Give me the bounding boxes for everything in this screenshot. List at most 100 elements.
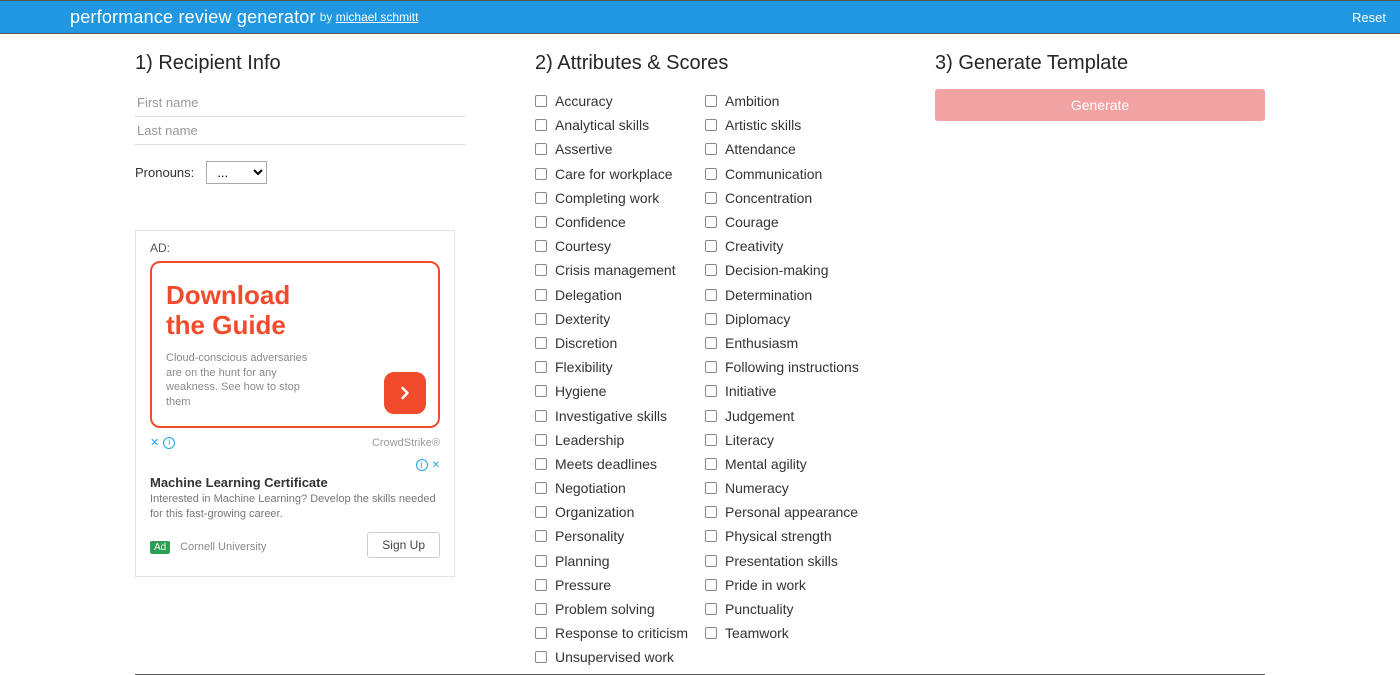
attribute-item[interactable]: Personality <box>535 524 695 548</box>
attribute-item[interactable]: Following instructions <box>705 355 865 379</box>
attribute-checkbox[interactable] <box>535 385 547 397</box>
generate-button[interactable]: Generate <box>935 89 1265 121</box>
attribute-checkbox[interactable] <box>535 95 547 107</box>
attribute-item[interactable]: Completing work <box>535 186 695 210</box>
attribute-item[interactable]: Negotiation <box>535 476 695 500</box>
last-name-input[interactable] <box>135 117 465 145</box>
attribute-item[interactable]: Attendance <box>705 137 865 161</box>
attribute-checkbox[interactable] <box>705 216 717 228</box>
attribute-item[interactable]: Response to criticism <box>535 621 695 645</box>
attribute-item[interactable]: Pressure <box>535 573 695 597</box>
attribute-item[interactable]: Dexterity <box>535 307 695 331</box>
attribute-checkbox[interactable] <box>705 289 717 301</box>
attribute-checkbox[interactable] <box>535 603 547 615</box>
attribute-checkbox[interactable] <box>535 530 547 542</box>
attribute-checkbox[interactable] <box>535 289 547 301</box>
ad2-signup-button[interactable]: Sign Up <box>367 532 440 558</box>
attribute-checkbox[interactable] <box>535 458 547 470</box>
attribute-item[interactable]: Ambition <box>705 89 865 113</box>
ad1-close-info[interactable]: ✕ i <box>150 436 175 449</box>
attribute-checkbox[interactable] <box>705 555 717 567</box>
attribute-item[interactable]: Decision-making <box>705 258 865 282</box>
attribute-item[interactable]: Confidence <box>535 210 695 234</box>
attribute-item[interactable]: Leadership <box>535 428 695 452</box>
attribute-checkbox[interactable] <box>705 168 717 180</box>
attribute-checkbox[interactable] <box>705 337 717 349</box>
attribute-checkbox[interactable] <box>535 361 547 373</box>
attribute-checkbox[interactable] <box>535 192 547 204</box>
attribute-item[interactable]: Analytical skills <box>535 113 695 137</box>
attribute-item[interactable]: Investigative skills <box>535 403 695 427</box>
attribute-item[interactable]: Literacy <box>705 428 865 452</box>
attribute-item[interactable]: Assertive <box>535 137 695 161</box>
attribute-checkbox[interactable] <box>705 264 717 276</box>
attribute-item[interactable]: Punctuality <box>705 597 865 621</box>
attribute-item[interactable]: Mental agility <box>705 452 865 476</box>
attribute-checkbox[interactable] <box>535 313 547 325</box>
attribute-checkbox[interactable] <box>705 530 717 542</box>
attribute-checkbox[interactable] <box>535 627 547 639</box>
attribute-item[interactable]: Concentration <box>705 186 865 210</box>
attribute-item[interactable]: Hygiene <box>535 379 695 403</box>
attribute-item[interactable]: Discretion <box>535 331 695 355</box>
pronouns-select[interactable]: ... <box>206 161 267 184</box>
attribute-checkbox[interactable] <box>535 506 547 518</box>
ad2-close-info[interactable]: i ✕ <box>150 459 440 471</box>
attribute-item[interactable]: Care for workplace <box>535 162 695 186</box>
attribute-item[interactable]: Meets deadlines <box>535 452 695 476</box>
author-link[interactable]: michael schmitt <box>336 10 419 24</box>
reset-button[interactable]: Reset <box>1338 1 1400 33</box>
attribute-item[interactable]: Courtesy <box>535 234 695 258</box>
attribute-checkbox[interactable] <box>705 482 717 494</box>
attribute-checkbox[interactable] <box>535 434 547 446</box>
attribute-checkbox[interactable] <box>705 579 717 591</box>
attribute-checkbox[interactable] <box>535 482 547 494</box>
attribute-item[interactable]: Personal appearance <box>705 500 865 524</box>
attribute-item[interactable]: Pride in work <box>705 573 865 597</box>
attribute-checkbox[interactable] <box>705 506 717 518</box>
attribute-checkbox[interactable] <box>705 627 717 639</box>
attribute-item[interactable]: Courage <box>705 210 865 234</box>
attribute-checkbox[interactable] <box>535 240 547 252</box>
attribute-checkbox[interactable] <box>705 119 717 131</box>
attribute-checkbox[interactable] <box>705 410 717 422</box>
attribute-checkbox[interactable] <box>535 410 547 422</box>
attribute-checkbox[interactable] <box>535 264 547 276</box>
attribute-checkbox[interactable] <box>535 579 547 591</box>
first-name-input[interactable] <box>135 89 465 117</box>
attribute-checkbox[interactable] <box>535 216 547 228</box>
attribute-checkbox[interactable] <box>705 361 717 373</box>
attribute-item[interactable]: Teamwork <box>705 621 865 645</box>
attribute-checkbox[interactable] <box>535 555 547 567</box>
attribute-checkbox[interactable] <box>705 313 717 325</box>
attribute-item[interactable]: Organization <box>535 500 695 524</box>
attribute-item[interactable]: Problem solving <box>535 597 695 621</box>
attribute-item[interactable]: Judgement <box>705 403 865 427</box>
attribute-item[interactable]: Enthusiasm <box>705 331 865 355</box>
attribute-item[interactable]: Delegation <box>535 283 695 307</box>
attribute-checkbox[interactable] <box>705 192 717 204</box>
ad-card-1[interactable]: Download the Guide Cloud-conscious adver… <box>150 261 440 428</box>
attribute-checkbox[interactable] <box>705 603 717 615</box>
attribute-checkbox[interactable] <box>535 119 547 131</box>
attribute-checkbox[interactable] <box>705 385 717 397</box>
attribute-checkbox[interactable] <box>705 143 717 155</box>
attribute-item[interactable]: Crisis management <box>535 258 695 282</box>
attribute-item[interactable]: Accuracy <box>535 89 695 113</box>
attribute-checkbox[interactable] <box>535 337 547 349</box>
attribute-item[interactable]: Presentation skills <box>705 549 865 573</box>
attribute-item[interactable]: Determination <box>705 283 865 307</box>
attribute-checkbox[interactable] <box>705 240 717 252</box>
attribute-checkbox[interactable] <box>705 434 717 446</box>
attribute-item[interactable]: Numeracy <box>705 476 865 500</box>
ad1-arrow-icon[interactable] <box>384 372 426 414</box>
attribute-checkbox[interactable] <box>705 458 717 470</box>
attribute-item[interactable]: Flexibility <box>535 355 695 379</box>
attribute-item[interactable]: Planning <box>535 549 695 573</box>
attribute-item[interactable]: Creativity <box>705 234 865 258</box>
attribute-checkbox[interactable] <box>535 143 547 155</box>
attribute-checkbox[interactable] <box>535 168 547 180</box>
attribute-item[interactable]: Communication <box>705 162 865 186</box>
attribute-checkbox[interactable] <box>535 651 547 663</box>
attribute-checkbox[interactable] <box>705 95 717 107</box>
